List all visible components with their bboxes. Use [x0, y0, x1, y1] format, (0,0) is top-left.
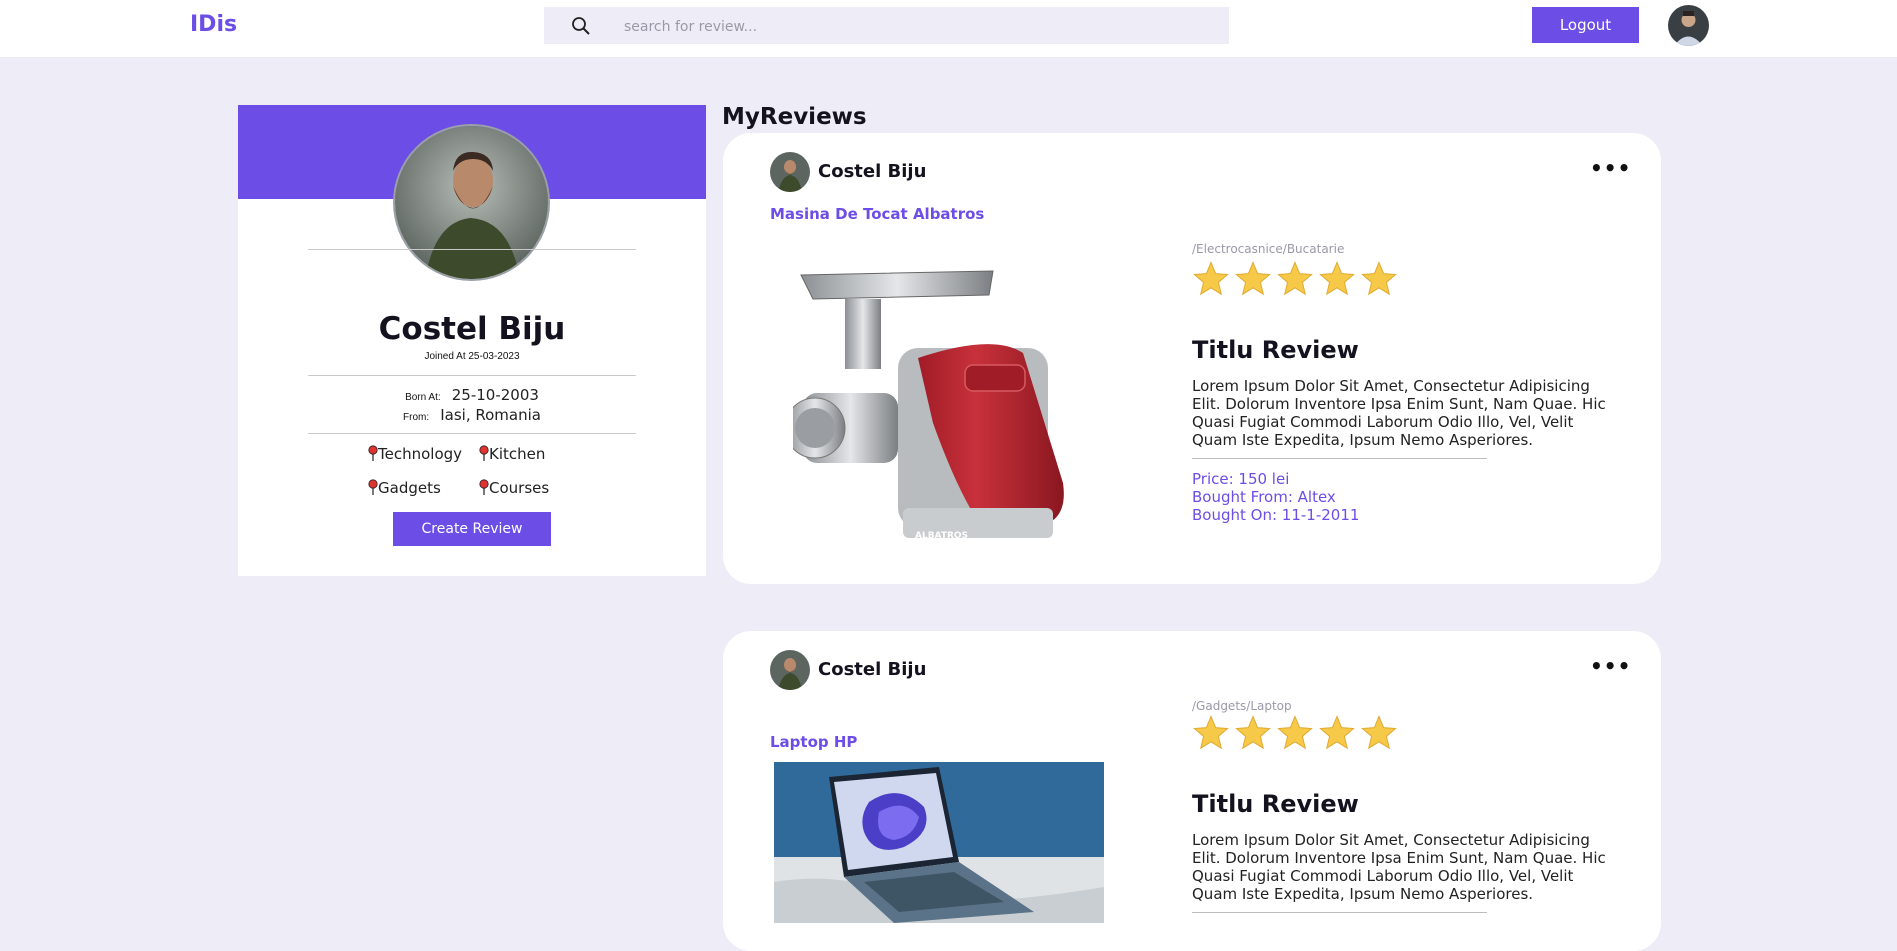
- pin-icon: [368, 479, 378, 499]
- bought-from: Bought From: Altex: [1192, 488, 1336, 506]
- joined-date: Joined At 25-03-2023: [424, 351, 520, 362]
- logo[interactable]: IDis: [190, 12, 237, 37]
- product-image: [774, 762, 1104, 927]
- profile-avatar: [393, 124, 550, 281]
- star-icon: [1235, 261, 1271, 296]
- pin-icon: [479, 445, 489, 465]
- review-body: Lorem Ipsum Dolor Sit Amet, Consectetur …: [1192, 377, 1606, 449]
- author-avatar[interactable]: [770, 152, 810, 192]
- star-icon: [1319, 715, 1355, 750]
- interest-label: Technology: [378, 445, 463, 463]
- product-link[interactable]: Masina De Tocat Albatros: [770, 205, 984, 223]
- star-icon: [1361, 715, 1397, 750]
- born-value: 25-10-2003: [451, 386, 539, 404]
- product-link[interactable]: Laptop HP: [770, 733, 857, 751]
- top-navbar: IDis Logout: [0, 0, 1897, 57]
- product-image: ALBATROS: [784, 253, 1093, 562]
- born-row: Born At: 25-10-2003: [238, 385, 706, 404]
- star-icon: [1361, 261, 1397, 296]
- rating-stars: [1192, 714, 1398, 752]
- star-icon: [1277, 261, 1313, 296]
- divider: [308, 249, 636, 250]
- user-avatar[interactable]: [1668, 5, 1709, 46]
- create-review-button[interactable]: Create Review: [393, 512, 551, 546]
- more-options-icon[interactable]: •••: [1590, 654, 1631, 678]
- from-row: From: Iasi, Romania: [238, 405, 706, 424]
- author-name[interactable]: Costel Biju: [818, 659, 926, 680]
- search-input[interactable]: [622, 7, 1216, 46]
- star-icon: [1235, 715, 1271, 750]
- profile-name: Costel Biju: [378, 311, 566, 347]
- product-category[interactable]: /Gadgets/Laptop: [1192, 699, 1292, 713]
- section-title: MyReviews: [722, 104, 867, 130]
- divider: [308, 375, 636, 376]
- pin-icon: [368, 445, 378, 465]
- search-bar[interactable]: [544, 7, 1229, 46]
- interest-tag[interactable]: Kitchen: [479, 445, 545, 465]
- star-icon: [1193, 715, 1229, 750]
- author-avatar[interactable]: [770, 650, 810, 690]
- interest-tag[interactable]: Courses: [479, 479, 549, 499]
- interest-label: Kitchen: [489, 445, 546, 463]
- divider: [1192, 458, 1487, 459]
- rating-stars: [1192, 260, 1398, 298]
- review-card: Costel Biju ••• Masina De Tocat Albatros…: [723, 133, 1661, 584]
- author-name[interactable]: Costel Biju: [818, 161, 926, 182]
- bought-on: Bought On: 11-1-2011: [1192, 506, 1360, 524]
- interest-label: Gadgets: [378, 479, 441, 497]
- star-icon: [1193, 261, 1229, 296]
- product-category[interactable]: /Electrocasnice/Bucatarie: [1192, 242, 1344, 256]
- divider: [1192, 912, 1487, 913]
- born-label: Born At:: [405, 392, 441, 403]
- divider: [308, 433, 636, 434]
- logout-button[interactable]: Logout: [1532, 7, 1639, 43]
- review-card: Costel Biju ••• Laptop HP /Gadgets/Lapto…: [723, 631, 1661, 951]
- review-title: Titlu Review: [1192, 790, 1359, 818]
- interest-label: Courses: [489, 479, 550, 497]
- from-label: From:: [403, 412, 430, 423]
- review-body: Lorem Ipsum Dolor Sit Amet, Consectetur …: [1192, 831, 1606, 903]
- star-icon: [1319, 261, 1355, 296]
- interest-tag[interactable]: Technology: [368, 445, 462, 465]
- interest-tag[interactable]: Gadgets: [368, 479, 441, 499]
- profile-card: Costel Biju Joined At 25-03-2023 Born At…: [238, 105, 706, 576]
- more-options-icon[interactable]: •••: [1590, 156, 1631, 180]
- search-icon[interactable]: [571, 16, 591, 40]
- brand-mark: ALBATROS: [915, 531, 968, 541]
- price: Price: 150 lei: [1192, 470, 1290, 488]
- from-value: Iasi, Romania: [440, 406, 541, 424]
- star-icon: [1277, 715, 1313, 750]
- pin-icon: [479, 479, 489, 499]
- review-title: Titlu Review: [1192, 336, 1359, 364]
